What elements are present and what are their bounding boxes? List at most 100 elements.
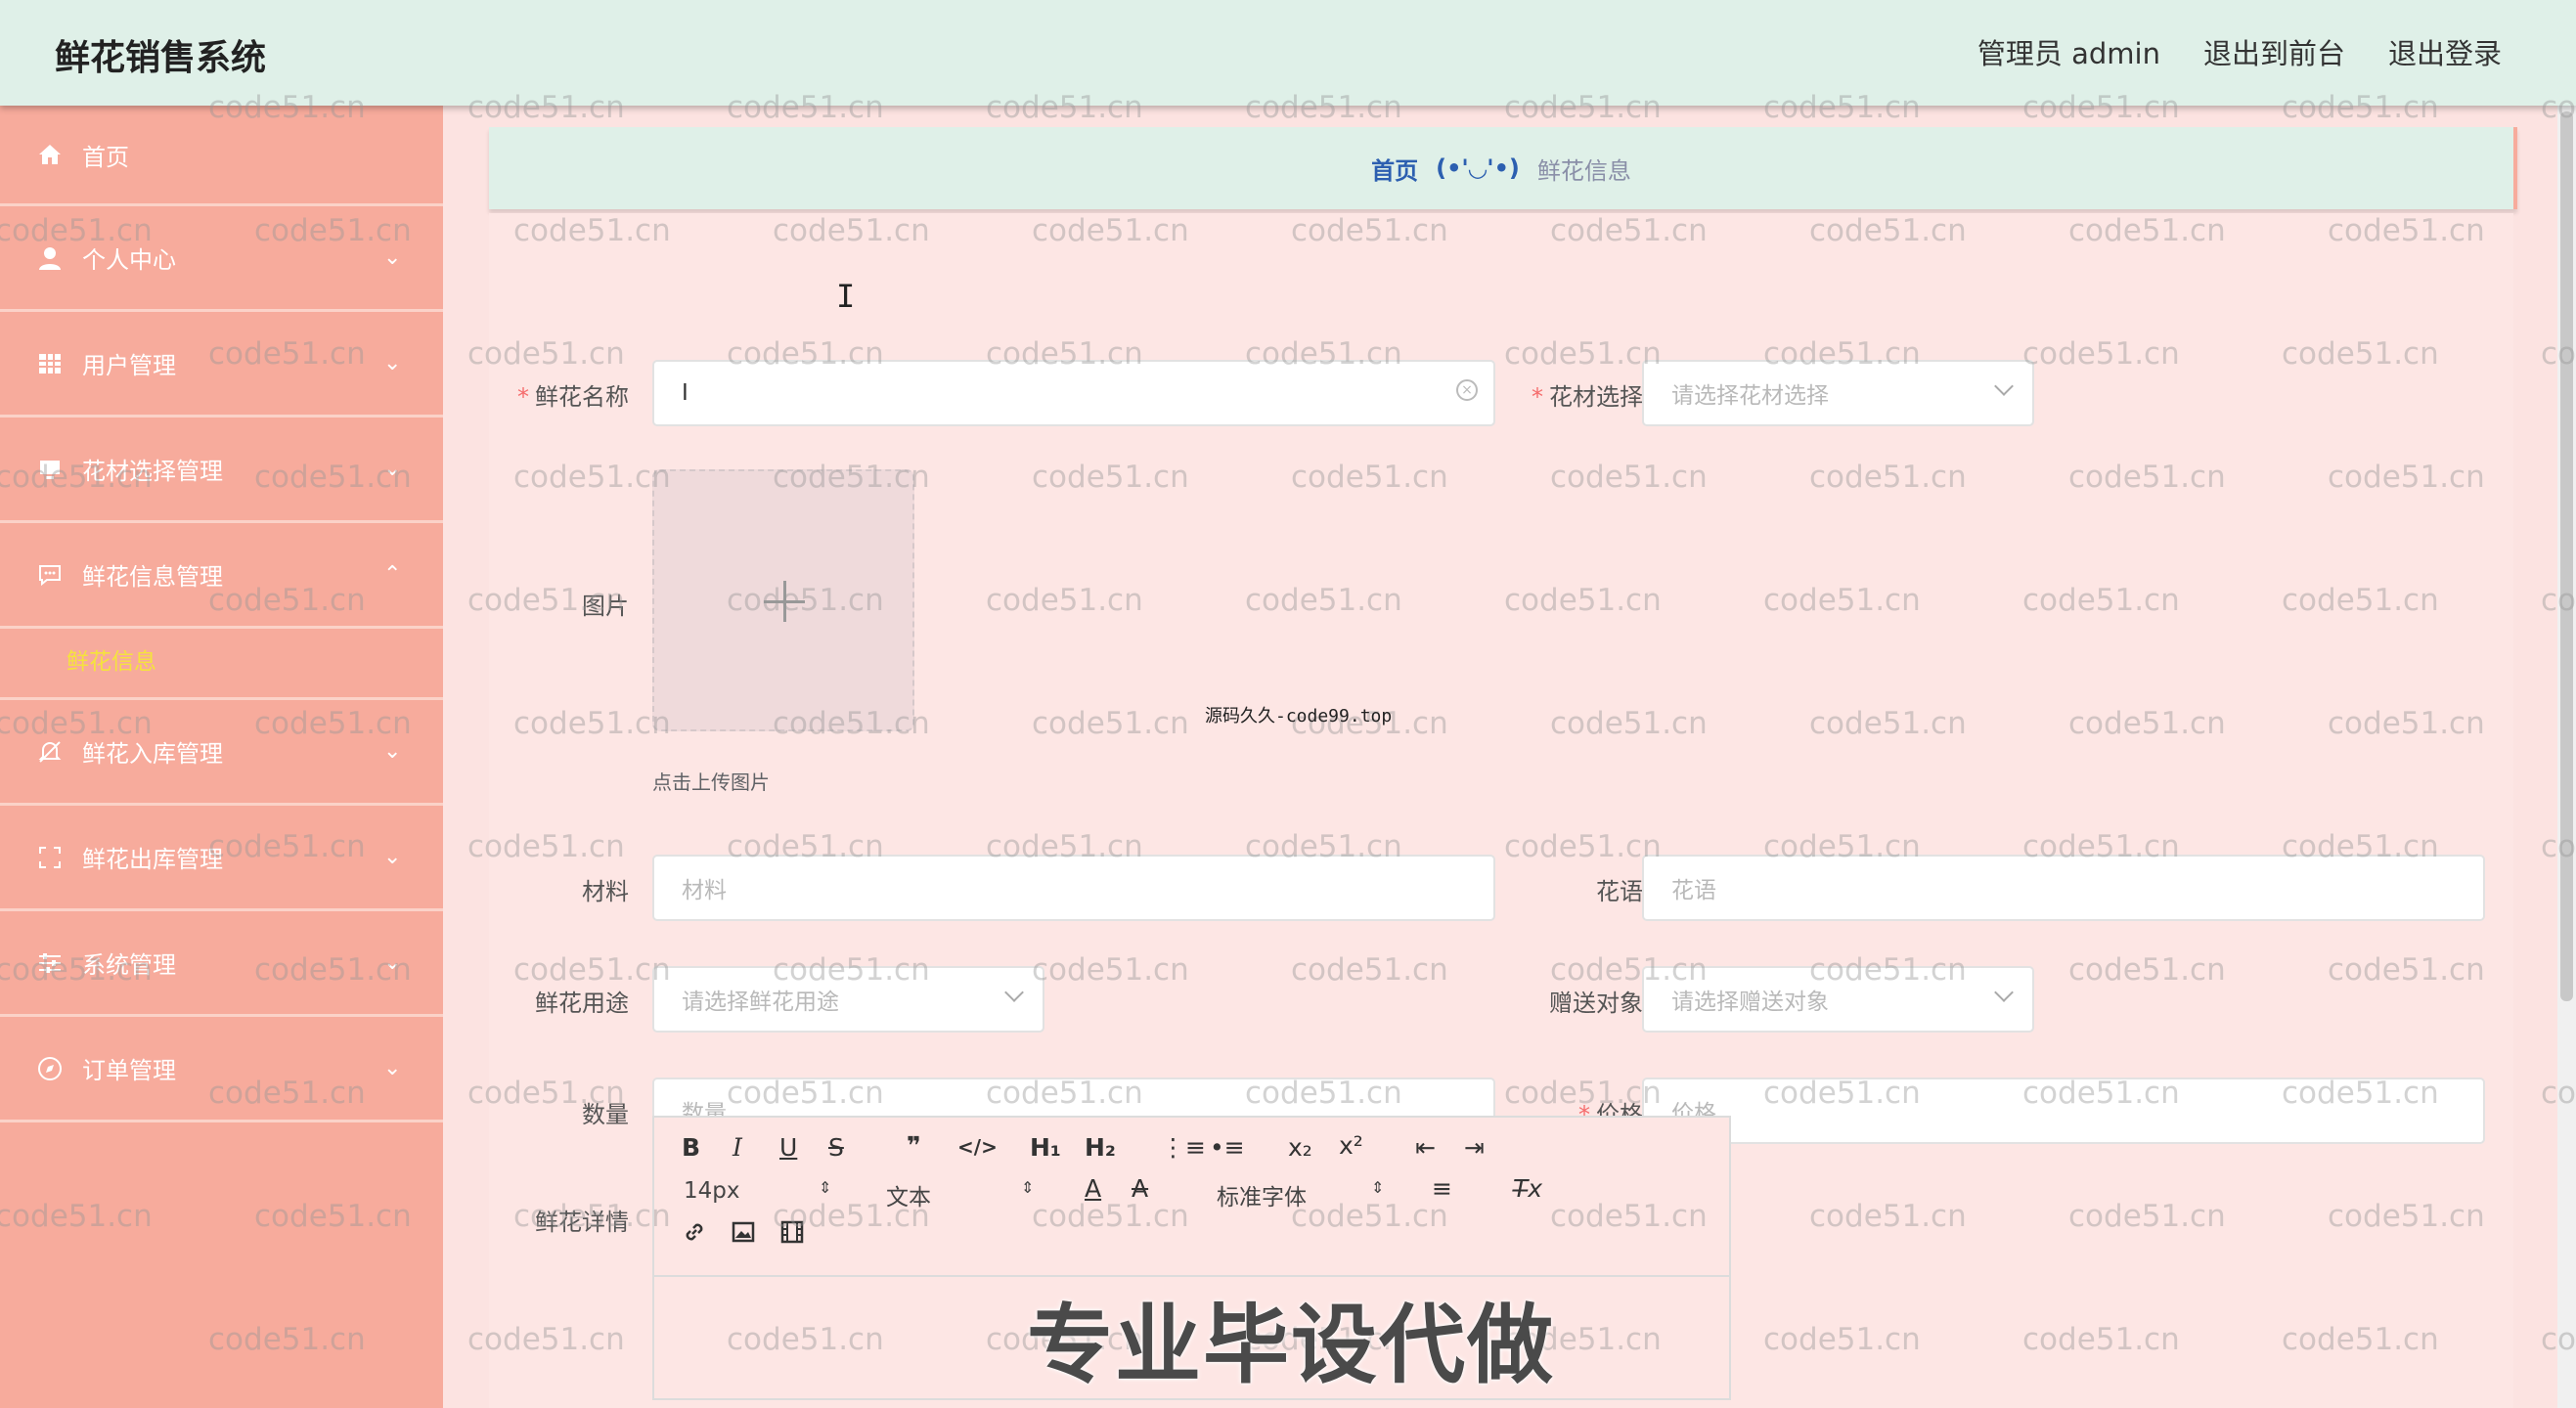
sidebar-item-flower-info-management[interactable]: 鲜花信息管理 ⌃ <box>0 523 443 629</box>
sidebar-item-personal-center[interactable]: 个人中心 ⌄ <box>0 206 443 312</box>
sidebar-item-label: 用户管理 <box>82 352 176 379</box>
updown-icon: ⇕ <box>1371 1178 1385 1197</box>
exit-to-frontend-link[interactable]: 退出到前台 <box>2203 31 2345 72</box>
chevron-down-icon <box>1004 983 1024 1002</box>
sidebar-item-label: 鲜花信息管理 <box>82 563 223 591</box>
top-right-links: 管理员 admin 退出到前台 退出登录 <box>1977 31 2502 72</box>
text-color-button[interactable]: A <box>1085 1174 1101 1203</box>
top-navbar: 鲜花销售系统 管理员 admin 退出到前台 退出登录 <box>0 0 2576 106</box>
quantity-label: 数量 <box>582 1101 629 1128</box>
chevron-down-icon: ⌄ <box>383 845 402 869</box>
detail-label: 鲜花详情 <box>535 1209 629 1236</box>
sidebar-item-material-management[interactable]: 花材选择管理 ⌄ <box>0 418 443 523</box>
breadcrumb: 首页 (•'◡'•) 鲜花信息 <box>489 127 2517 209</box>
material-label: 材料 <box>582 878 629 905</box>
admin-user-label[interactable]: 管理员 admin <box>1977 31 2160 72</box>
text-cursor-icon: I <box>836 278 856 315</box>
outdent-button[interactable]: ⇤ <box>1415 1133 1436 1162</box>
chevron-down-icon: ⌄ <box>383 1056 402 1080</box>
sidebar-item-stock-out-management[interactable]: 鲜花出库管理 ⌄ <box>0 806 443 911</box>
chevron-up-icon: ⌃ <box>383 562 402 587</box>
sliders-icon <box>35 948 65 978</box>
strike-button[interactable]: S <box>828 1133 844 1162</box>
font-family-select[interactable]: 标准字体 ⇕ <box>1217 1178 1384 1211</box>
sidebar-item-home[interactable]: 首页 <box>0 106 443 206</box>
sidebar-item-label: 花材选择管理 <box>82 458 223 485</box>
bold-button[interactable]: B <box>682 1133 700 1162</box>
sidebar-item-stock-in-management[interactable]: 鲜花入库管理 ⌄ <box>0 700 443 806</box>
clean-format-button[interactable]: T̶x <box>1513 1174 1542 1203</box>
underline-button[interactable]: U <box>779 1133 797 1162</box>
fullscreen-icon <box>35 843 65 872</box>
chevron-down-icon <box>1994 983 2014 1002</box>
bullet-list-button[interactable]: •≡ <box>1210 1133 1245 1162</box>
flower-language-input[interactable]: 花语 <box>1642 855 2485 921</box>
logout-link[interactable]: 退出登录 <box>2388 31 2502 72</box>
h2-button[interactable]: H₂ <box>1085 1133 1116 1162</box>
subscript-button[interactable]: x₂ <box>1288 1133 1312 1162</box>
chevron-down-icon: ⌄ <box>383 739 402 764</box>
updown-icon: ⇕ <box>819 1178 832 1197</box>
material-select-label: * 花材选择 <box>1532 383 1643 411</box>
updown-icon: ⇕ <box>1021 1178 1035 1197</box>
monitor-icon <box>35 455 65 484</box>
chevron-down-icon: ⌄ <box>383 950 402 975</box>
sidebar-subitem-flower-info[interactable]: 鲜花信息 <box>67 642 156 676</box>
home-icon <box>35 140 65 169</box>
recipient-select[interactable]: 请选择赠送对象 <box>1642 966 2034 1033</box>
code-block-button[interactable]: </> <box>957 1135 998 1159</box>
user-icon <box>35 243 65 273</box>
chevron-down-icon: ⌄ <box>383 245 402 270</box>
header-select[interactable]: 文本 ⇕ <box>886 1178 1034 1211</box>
scrollbar-thumb[interactable] <box>2560 111 2573 1001</box>
align-button[interactable]: ≡ <box>1432 1174 1452 1203</box>
ordered-list-button[interactable]: ⋮≡ <box>1161 1133 1206 1162</box>
main-content: 首页 (•'◡'•) 鲜花信息 * 鲜花名称 I × * 花材选择 请选择花材选择 … <box>443 106 2557 1408</box>
flower-name-input[interactable]: I × <box>652 360 1495 426</box>
recipient-label: 赠送对象 <box>1549 990 1643 1017</box>
chevron-down-icon <box>1994 376 2014 396</box>
indent-button[interactable]: ⇥ <box>1464 1133 1485 1162</box>
sidebar-item-label: 订单管理 <box>82 1057 176 1084</box>
sidebar: 首页 个人中心 ⌄ 用户管理 ⌄ 花材选择管理 ⌄ 鲜花信息管理 ⌃ 鲜花信息 <box>0 106 443 1408</box>
material-select[interactable]: 请选择花材选择 <box>1642 360 2034 426</box>
italic-button[interactable]: I <box>733 1133 742 1162</box>
blockquote-button[interactable]: ❞ <box>907 1131 921 1160</box>
superscript-button[interactable]: x² <box>1339 1131 1363 1160</box>
chevron-down-icon: ⌄ <box>383 351 402 375</box>
sidebar-item-label: 个人中心 <box>82 246 176 274</box>
breadcrumb-current: 鲜花信息 <box>1536 156 1631 185</box>
source-overlay-text: 源码久久-code99.top <box>1205 706 1393 726</box>
breadcrumb-emoticon: (•'◡'•) <box>1436 154 1520 182</box>
upload-hint: 点击上传图片 <box>652 770 770 794</box>
video-icon[interactable] <box>779 1219 805 1251</box>
chevron-down-icon: ⌄ <box>383 457 402 481</box>
clear-icon[interactable]: × <box>1456 379 1478 401</box>
material-input[interactable]: 材料 <box>652 855 1495 921</box>
sidebar-item-label: 系统管理 <box>82 951 176 979</box>
compass-icon <box>35 1054 65 1083</box>
app-title: 鲜花销售系统 <box>55 38 267 78</box>
price-input[interactable]: 价格 <box>1642 1078 2485 1144</box>
sidebar-item-order-management[interactable]: 订单管理 ⌄ <box>0 1017 443 1122</box>
h1-button[interactable]: H₁ <box>1030 1133 1061 1162</box>
flower-language-label: 花语 <box>1596 878 1643 905</box>
usage-label: 鲜花用途 <box>535 990 629 1017</box>
grid-icon <box>35 349 65 378</box>
usage-select[interactable]: 请选择鲜花用途 <box>652 966 1044 1033</box>
page-scrollbar[interactable] <box>2557 106 2576 1408</box>
background-color-button[interactable]: A <box>1132 1174 1148 1203</box>
sidebar-item-label: 鲜花出库管理 <box>82 846 223 873</box>
submenu-flower-info: 鲜花信息 <box>0 629 443 700</box>
sidebar-item-system-management[interactable]: 系统管理 ⌄ <box>0 911 443 1017</box>
breadcrumb-home[interactable]: 首页 <box>1371 152 1418 186</box>
font-size-select[interactable]: 14px ⇕ <box>684 1178 831 1204</box>
image-icon[interactable] <box>731 1219 756 1251</box>
promo-overlay-text: 专业毕设代做 <box>1027 1295 1556 1395</box>
link-icon[interactable] <box>682 1219 707 1251</box>
image-upload-box[interactable] <box>652 469 914 731</box>
flower-name-label: * 鲜花名称 <box>517 383 629 411</box>
sidebar-item-label: 首页 <box>82 143 129 171</box>
sidebar-item-user-management[interactable]: 用户管理 ⌄ <box>0 312 443 418</box>
image-label: 图片 <box>582 593 629 620</box>
